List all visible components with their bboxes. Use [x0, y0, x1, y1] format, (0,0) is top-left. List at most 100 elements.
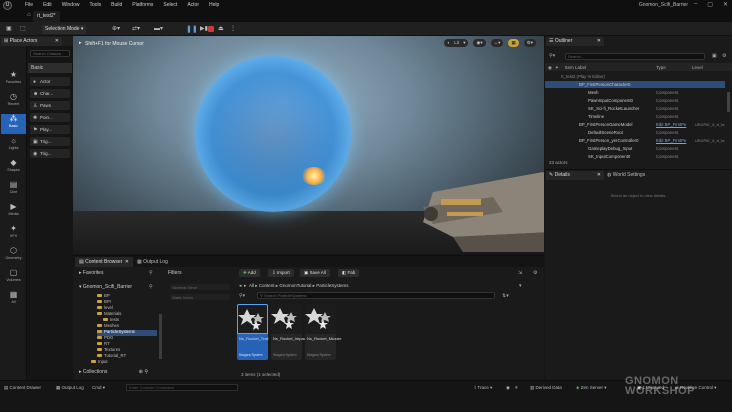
- outliner-row[interactable]: rt_test2 (Play In Editor): [545, 73, 725, 80]
- place-actors-search-input[interactable]: Search Classes: [30, 50, 70, 57]
- category-favorites[interactable]: ★ Favorites: [1, 70, 26, 90]
- level-column[interactable]: Level: [692, 65, 703, 70]
- viewport-options-icon[interactable]: ⚙▾: [523, 39, 536, 47]
- category-all[interactable]: ▦ All: [1, 290, 26, 310]
- category-cine[interactable]: ▤ Cine: [1, 180, 26, 200]
- unreal-logo-icon[interactable]: U: [3, 1, 12, 10]
- menu-build[interactable]: Build: [111, 2, 122, 8]
- favorites-section[interactable]: ▸ Favorites: [79, 270, 103, 276]
- breadcrumb-particlesystems[interactable]: ParticleSystems: [316, 283, 348, 288]
- folder-tree-item[interactable]: PDG: [97, 335, 113, 340]
- category-recent[interactable]: ◷ Recent: [1, 92, 26, 112]
- outliner-scrollbar[interactable]: [727, 92, 730, 112]
- place-item-trigger-box[interactable]: ▣ Trig...: [30, 137, 70, 146]
- folder-tree-item[interactable]: Tutorial_RT: [97, 353, 126, 358]
- filter-icon[interactable]: ⚲▾: [239, 293, 245, 299]
- lit-mode-button[interactable]: ◐ Lit ▾: [444, 39, 469, 47]
- folder-tree-item[interactable]: BPI: [97, 299, 111, 304]
- search-icon[interactable]: ⚲: [144, 369, 148, 375]
- minimize-icon[interactable]: –: [694, 1, 697, 8]
- snap-icon[interactable]: ▦: [508, 39, 519, 47]
- outliner-row[interactable]: DefaultSceneRoot Component: [545, 129, 725, 136]
- outliner-row[interactable]: SK_InputComponent0 Component: [545, 153, 725, 160]
- asset-tile[interactable]: Ns_Rocket_Impact Niagara System: [271, 304, 307, 360]
- search-icon[interactable]: ⚲: [149, 284, 153, 290]
- transform-icon[interactable]: ↔▾: [490, 39, 504, 47]
- folder-tree-item[interactable]: Textures: [97, 347, 120, 352]
- asset-tile[interactable]: Ns_Rocket_Muzzle Niagara System: [305, 304, 341, 360]
- dock-icon[interactable]: ⇲: [518, 270, 522, 276]
- outliner-row[interactable]: GameplayDebug_Input Component: [545, 145, 725, 152]
- folder-tree-item[interactable]: Meshes: [97, 323, 119, 328]
- level-viewport[interactable]: ▸ Shift+F1 for Mouse Cursor ◐ Lit ▾ ◉▾ ↔…: [73, 36, 544, 254]
- import-button[interactable]: ⇩ Import: [268, 269, 294, 277]
- content-icon[interactable]: ⬚: [20, 25, 26, 33]
- derived-data-button[interactable]: ▥ Derived Data: [530, 385, 562, 391]
- category-media[interactable]: ▶ Media: [1, 202, 26, 222]
- selection-mode-dropdown[interactable]: Selection Mode ▾: [42, 25, 87, 34]
- asset-tile[interactable]: Ns_Rocket_Trail Niagara System: [237, 304, 268, 360]
- stop-button[interactable]: [208, 26, 214, 32]
- save-all-button[interactable]: ▣ Save All: [300, 269, 330, 277]
- place-item-player-start[interactable]: ⚑ Play...: [30, 125, 70, 134]
- camera-icon[interactable]: ⌾: [515, 385, 518, 390]
- home-icon[interactable]: ⌂: [27, 12, 31, 18]
- record-icon[interactable]: ◉: [506, 385, 510, 391]
- world-settings-tab[interactable]: ◍ World Settings: [607, 172, 645, 178]
- more-options-icon[interactable]: ⋮: [230, 25, 236, 33]
- place-item-trigger-sphere[interactable]: ◉ Trig...: [30, 149, 70, 158]
- outliner-search-input[interactable]: Search...: [565, 53, 705, 60]
- project-root[interactable]: ▾ Gnomon_Scifi_Barrier: [79, 284, 132, 290]
- place-item-character[interactable]: ☻ Char...: [30, 89, 70, 98]
- filter-static-mesh[interactable]: Static Mesh: [170, 294, 230, 300]
- outliner-row[interactable]: BP_FirstPersonGameModel Edit BP_FirstPe UE…: [545, 121, 725, 128]
- history-back-icon[interactable]: ◂: [239, 283, 242, 289]
- add-folder-icon[interactable]: ▣: [712, 53, 717, 59]
- breadcrumb-gnomontutorial[interactable]: GnomonTutorial: [279, 283, 311, 288]
- place-item-actor[interactable]: ● Actor: [30, 77, 70, 86]
- type-column[interactable]: Type: [656, 65, 666, 70]
- level-tab[interactable]: rt_test2*: [33, 11, 60, 22]
- close-tab-icon[interactable]: ✕: [55, 38, 59, 44]
- menu-actor[interactable]: Actor: [187, 2, 199, 8]
- menu-file[interactable]: File: [25, 2, 33, 8]
- content-drawer-button[interactable]: ▤ Content Drawer: [4, 385, 41, 391]
- folder-tree-item[interactable]: tests: [103, 317, 119, 322]
- filter-skeletal-mesh[interactable]: Skeletal Mesh: [170, 284, 230, 290]
- folder-tree-item[interactable]: Materials: [97, 311, 121, 316]
- content-browser-tab[interactable]: ▤ Content Browser ✕: [75, 257, 133, 267]
- close-tab-icon[interactable]: ✕: [597, 172, 601, 178]
- place-item-pawn[interactable]: ♙ Pawn: [30, 101, 70, 110]
- play-icon[interactable]: ❚❚: [186, 25, 198, 33]
- close-icon[interactable]: ✕: [723, 1, 728, 8]
- menu-platforms[interactable]: Platforms: [132, 2, 153, 8]
- menu-edit[interactable]: Edit: [43, 2, 52, 8]
- category-volumes[interactable]: ▢ Volumes: [1, 268, 26, 288]
- skip-frame-icon[interactable]: ▶▮: [200, 25, 208, 32]
- item-label-column[interactable]: Item Label: [565, 65, 586, 70]
- breadcrumb-content[interactable]: Content: [259, 283, 275, 288]
- add-content-icon[interactable]: ⊕▾: [112, 25, 120, 33]
- cinematics-icon[interactable]: ▬▾: [154, 25, 163, 33]
- trace-button[interactable]: ⌇ Trace ▾: [474, 385, 492, 391]
- category-basic[interactable]: ⁂ Basic: [1, 114, 26, 134]
- outliner-row[interactable]: BP_FirstPerson_yerController0 Edit BP_Fir…: [545, 137, 725, 144]
- tree-scrollbar[interactable]: [159, 314, 162, 359]
- category-geometry[interactable]: ⬡ Geometry: [1, 246, 26, 266]
- outliner-row[interactable]: PawnInputComponent0 Component: [545, 97, 725, 104]
- folder-tree-item[interactable]: level: [97, 305, 113, 310]
- outliner-tab[interactable]: ☰ Outliner ✕: [546, 37, 604, 46]
- place-item-point-light[interactable]: ✺ Poin...: [30, 113, 70, 122]
- folder-tree-item[interactable]: BP: [97, 293, 110, 298]
- category-lights[interactable]: ☼ Lights: [1, 136, 26, 156]
- outliner-settings-icon[interactable]: ⚙: [722, 53, 726, 59]
- outliner-row[interactable]: Mesh Component: [545, 89, 725, 96]
- outliner-row-type[interactable]: Edit BP_FirstPe: [656, 138, 686, 143]
- menu-help[interactable]: Help: [209, 2, 219, 8]
- close-tab-icon[interactable]: ✕: [125, 259, 129, 265]
- fab-button[interactable]: ◧ Fab: [338, 269, 360, 277]
- close-tab-icon[interactable]: ✕: [597, 38, 601, 44]
- outliner-row-type[interactable]: Edit BP_FirstPe: [656, 122, 686, 127]
- zen-server-button[interactable]: ◈ Zen Server ▾: [576, 385, 607, 391]
- category-shapes[interactable]: ◆ Shapes: [1, 158, 26, 178]
